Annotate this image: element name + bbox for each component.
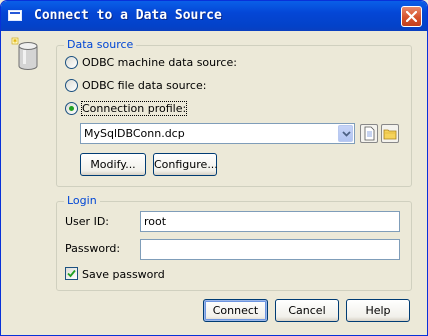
- checkmark-icon: [67, 269, 76, 278]
- password-field[interactable]: [140, 239, 400, 260]
- connection-profile-value: MySqlDBConn.dcp: [84, 127, 185, 140]
- save-password-checkbox[interactable]: [65, 267, 78, 280]
- radio-button-selected[interactable]: [65, 102, 78, 115]
- save-password-label: Save password: [82, 268, 165, 281]
- database-icon: [11, 37, 38, 70]
- configure-button[interactable]: Configure...: [153, 153, 218, 176]
- data-source-group-title: Data source: [64, 38, 137, 51]
- dialog-window: Connect to a Data Source Data source ODB…: [0, 0, 428, 336]
- close-icon: [406, 11, 417, 22]
- help-button[interactable]: Help: [346, 299, 410, 322]
- user-id-value: root: [144, 215, 167, 228]
- window-title: Connect to a Data Source: [34, 8, 222, 23]
- chevron-down-icon: [342, 131, 351, 137]
- document-icon: [364, 126, 375, 141]
- password-label: Password:: [65, 242, 121, 255]
- connect-button[interactable]: Connect: [203, 299, 268, 322]
- close-button[interactable]: [401, 6, 422, 27]
- title-bar[interactable]: Connect to a Data Source: [1, 1, 427, 31]
- user-id-label: User ID:: [65, 215, 109, 228]
- window-icon: [8, 10, 22, 21]
- radio-button[interactable]: [65, 79, 78, 92]
- radio-odbc-machine-label: ODBC machine data source:: [82, 56, 237, 69]
- cancel-button[interactable]: Cancel: [275, 299, 339, 322]
- radio-connection-profile-label: Connection profile:: [80, 101, 188, 116]
- radio-odbc-file-label: ODBC file data source:: [82, 79, 207, 92]
- folder-icon: [383, 129, 397, 140]
- login-group-title: Login: [64, 194, 100, 207]
- dropdown-arrow-button[interactable]: [338, 125, 353, 142]
- radio-button[interactable]: [65, 56, 78, 69]
- view-profile-button[interactable]: [360, 124, 378, 143]
- browse-folder-button[interactable]: [381, 124, 399, 143]
- connection-profile-dropdown[interactable]: MySqlDBConn.dcp: [80, 123, 355, 144]
- modify-button[interactable]: Modify...: [80, 153, 146, 176]
- user-id-field[interactable]: root: [140, 211, 400, 232]
